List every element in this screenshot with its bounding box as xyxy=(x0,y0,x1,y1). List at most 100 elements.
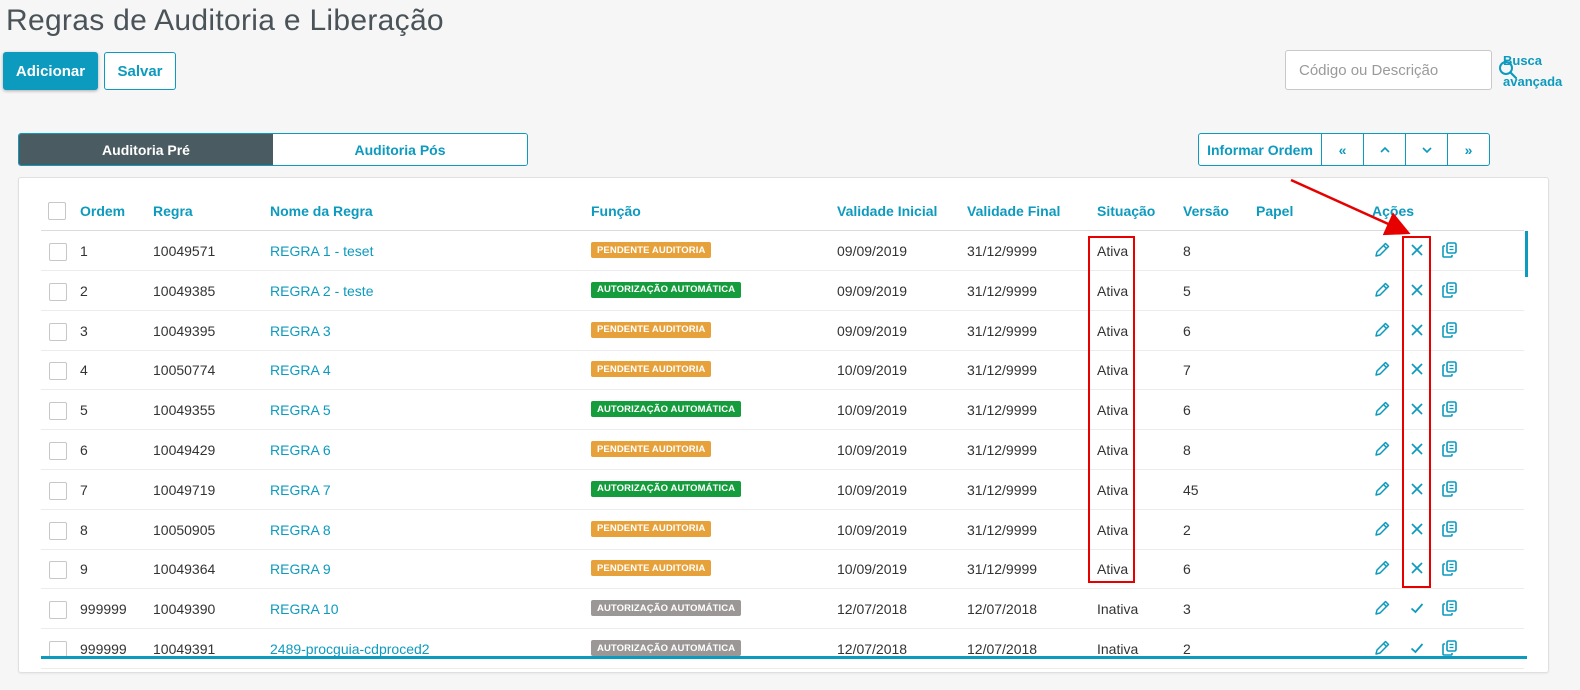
col-versao[interactable]: Versão xyxy=(1183,203,1229,219)
cell-nome-regra-link[interactable]: REGRA 10 xyxy=(270,601,338,617)
copy-button[interactable] xyxy=(1440,558,1460,578)
funcao-badge: PENDENTE AUDITORIA xyxy=(591,560,712,577)
copy-button[interactable] xyxy=(1440,320,1460,340)
copy-button[interactable] xyxy=(1440,598,1460,618)
edit-button[interactable] xyxy=(1372,320,1392,340)
funcao-badge: PENDENTE AUDITORIA xyxy=(591,520,712,537)
cell-versao: 8 xyxy=(1183,442,1191,458)
row-checkbox[interactable] xyxy=(49,481,67,500)
tab-auditoria-pre[interactable]: Auditoria Pré xyxy=(19,134,273,165)
table-row[interactable]: 1 10049571 REGRA 1 - teset PENDENTE AUDITOR… xyxy=(41,231,1524,271)
cell-ordem: 8 xyxy=(80,521,88,538)
edit-button[interactable] xyxy=(1372,399,1392,419)
edit-button[interactable] xyxy=(1372,519,1392,539)
col-ordem[interactable]: Ordem xyxy=(80,203,125,219)
move-last-button[interactable]: » xyxy=(1447,134,1489,165)
select-all-checkbox[interactable] xyxy=(48,202,66,220)
cell-nome-regra-link[interactable]: REGRA 8 xyxy=(270,522,331,538)
copy-button[interactable] xyxy=(1440,638,1460,658)
move-first-button[interactable]: « xyxy=(1321,134,1363,165)
cell-nome-regra-link[interactable]: REGRA 7 xyxy=(270,482,331,498)
col-situacao[interactable]: Situação xyxy=(1097,203,1155,219)
table-row[interactable]: 3 10049395 REGRA 3 PENDENTE AUDITORIA 09/09/… xyxy=(41,311,1524,351)
cell-nome-regra-link[interactable]: 2489-procguia-cdproced2 xyxy=(270,641,430,657)
table-row[interactable]: 999999 10049391 2489-procguia-cdproced2 AUT… xyxy=(41,629,1524,669)
cell-nome-regra-link[interactable]: REGRA 3 xyxy=(270,323,331,339)
edit-button[interactable] xyxy=(1372,558,1392,578)
funcao-badge: PENDENTE AUDITORIA xyxy=(591,441,712,457)
move-up-button[interactable] xyxy=(1363,134,1405,165)
advanced-search-link[interactable]: Busca avançada xyxy=(1503,50,1573,92)
cell-nome-regra-link[interactable]: REGRA 9 xyxy=(270,561,331,577)
copy-button[interactable] xyxy=(1440,399,1460,419)
row-checkbox[interactable] xyxy=(49,402,67,421)
edit-button[interactable] xyxy=(1372,638,1392,658)
col-funcao[interactable]: Função xyxy=(591,203,641,219)
row-checkbox[interactable] xyxy=(49,561,67,580)
cell-nome-regra-link[interactable]: REGRA 6 xyxy=(270,442,331,458)
table-row[interactable]: 6 10049429 REGRA 6 PENDENTE AUDITORIA 10/09/… xyxy=(41,430,1524,470)
col-nome-regra[interactable]: Nome da Regra xyxy=(270,203,373,219)
cell-validade-final: 31/12/9999 xyxy=(967,243,1038,259)
row-checkbox[interactable] xyxy=(49,322,67,341)
table-row[interactable]: 5 10049355 REGRA 5 AUTORIZAÇÃO AUTOMÁTICA 10… xyxy=(41,390,1524,431)
edit-button[interactable] xyxy=(1372,598,1392,618)
row-checkbox[interactable] xyxy=(49,362,67,381)
table-row[interactable]: 4 10050774 REGRA 4 PENDENTE AUDITORIA 10/09/… xyxy=(41,350,1524,391)
inform-order-button[interactable]: Informar Ordem xyxy=(1199,134,1321,165)
pencil-icon xyxy=(1373,639,1391,657)
activate-button[interactable] xyxy=(1407,598,1427,618)
chevron-up-icon xyxy=(1379,146,1390,153)
copy-button[interactable] xyxy=(1440,280,1460,300)
cell-regra: 10049719 xyxy=(153,481,216,498)
pencil-icon xyxy=(1373,360,1391,378)
cell-validade-inicial: 09/09/2019 xyxy=(837,243,908,259)
table-row[interactable]: 8 10050905 REGRA 8 PENDENTE AUDITORIA 10/09/… xyxy=(41,510,1524,550)
copy-button[interactable] xyxy=(1440,240,1460,260)
copy-button[interactable] xyxy=(1440,439,1460,459)
table-row[interactable]: 9 10049364 REGRA 9 PENDENTE AUDITORIA 10/09/… xyxy=(41,549,1524,590)
edit-button[interactable] xyxy=(1372,439,1392,459)
col-acoes: Ações xyxy=(1372,203,1415,219)
activate-button[interactable] xyxy=(1407,638,1427,658)
col-papel[interactable]: Papel xyxy=(1256,203,1293,219)
copy-button[interactable] xyxy=(1440,359,1460,379)
edit-button[interactable] xyxy=(1372,280,1392,300)
row-checkbox[interactable] xyxy=(49,282,67,301)
row-checkbox[interactable] xyxy=(49,521,67,540)
move-down-button[interactable] xyxy=(1405,134,1447,165)
save-button[interactable]: Salvar xyxy=(104,52,176,90)
funcao-badge: PENDENTE AUDITORIA xyxy=(591,321,712,338)
edit-button[interactable] xyxy=(1372,240,1392,260)
cell-validade-inicial: 10/09/2019 xyxy=(837,561,908,578)
row-checkbox[interactable] xyxy=(49,243,67,261)
page-title: Regras de Auditoria e Liberação xyxy=(6,4,444,37)
copy-icon xyxy=(1441,599,1459,617)
scrollbar[interactable] xyxy=(1525,231,1528,277)
search-input[interactable] xyxy=(1286,61,1498,79)
cell-ordem: 999999 xyxy=(80,641,127,657)
row-checkbox[interactable] xyxy=(49,442,67,460)
table-bottom-bar xyxy=(41,656,1527,659)
tab-auditoria-pos[interactable]: Auditoria Pós xyxy=(273,134,527,165)
cell-ordem: 2 xyxy=(80,282,88,299)
cell-nome-regra-link[interactable]: REGRA 1 - teset xyxy=(270,243,373,259)
edit-button[interactable] xyxy=(1372,479,1392,499)
edit-button[interactable] xyxy=(1372,359,1392,379)
col-validade-inicial[interactable]: Validade Inicial xyxy=(837,203,937,219)
copy-button[interactable] xyxy=(1440,479,1460,499)
cell-nome-regra-link[interactable]: REGRA 5 xyxy=(270,402,331,418)
cell-versao: 8 xyxy=(1183,243,1191,259)
table-row[interactable]: 2 10049385 REGRA 2 - teste AUTORIZAÇÃO AUTO… xyxy=(41,271,1524,311)
table-row[interactable]: 999999 10049390 REGRA 10 AUTORIZAÇÃO AUTOMÁ… xyxy=(41,589,1524,630)
table-row[interactable]: 7 10049719 REGRA 7 AUTORIZAÇÃO AUTOMÁTICA 10… xyxy=(41,470,1524,510)
col-validade-final[interactable]: Validade Final xyxy=(967,203,1060,219)
row-checkbox[interactable] xyxy=(49,601,67,620)
add-button[interactable]: Adicionar xyxy=(3,52,98,90)
col-regra[interactable]: Regra xyxy=(153,203,193,219)
cell-versao: 6 xyxy=(1183,322,1191,339)
cell-nome-regra-link[interactable]: REGRA 4 xyxy=(270,362,331,378)
cell-validade-final: 31/12/9999 xyxy=(967,402,1038,419)
cell-nome-regra-link[interactable]: REGRA 2 - teste xyxy=(270,283,373,299)
copy-button[interactable] xyxy=(1440,519,1460,539)
